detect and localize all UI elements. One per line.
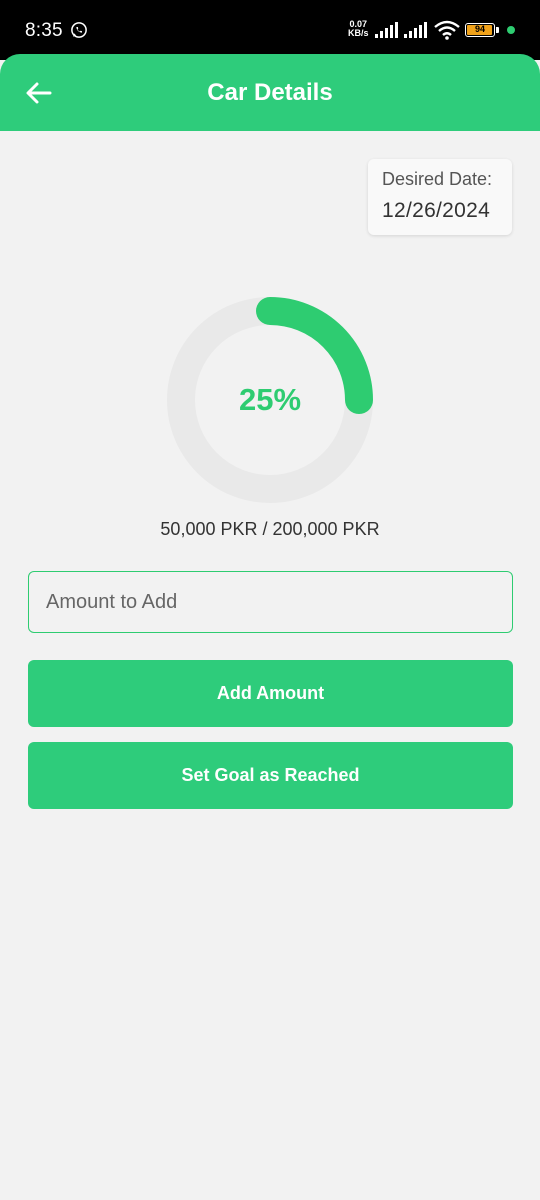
battery-icon: 94 — [465, 23, 495, 37]
set-goal-reached-button[interactable]: Set Goal as Reached — [28, 742, 513, 809]
app-bar: Car Details — [0, 54, 540, 131]
desired-date-card: Desired Date: 12/26/2024 — [368, 159, 512, 235]
signal-icon — [404, 22, 427, 38]
whatsapp-icon — [71, 22, 87, 38]
battery-tip — [496, 27, 499, 33]
desired-date-label: Desired Date: — [382, 169, 493, 189]
wifi-icon — [434, 20, 460, 40]
amount-summary: 50,000 PKR / 200,000 PKR — [160, 519, 380, 539]
network-speed-unit: KB/s — [348, 28, 369, 38]
progress-percent: 25% — [238, 382, 302, 417]
privacy-indicator-dot — [507, 26, 515, 34]
status-bar: 8:35 0.07 KB/s 94 — [0, 0, 540, 60]
battery-level: 94 — [474, 24, 485, 34]
desired-date-value: 12/26/2024 — [382, 199, 491, 222]
signal-icon — [375, 22, 398, 38]
add-amount-button[interactable]: Add Amount — [28, 660, 513, 727]
network-speed: 0.07 KB/s — [348, 20, 369, 38]
status-time: 8:35 — [25, 20, 63, 41]
amount-input[interactable] — [28, 571, 513, 633]
page-title: Car Details — [207, 79, 333, 106]
